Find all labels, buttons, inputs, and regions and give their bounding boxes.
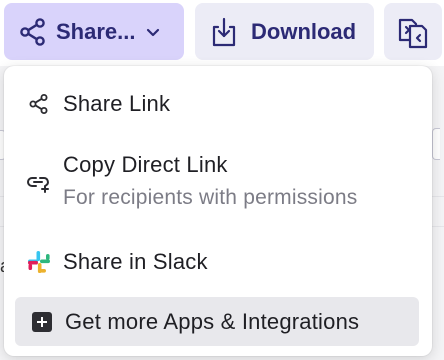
app-stage: a Share...	[0, 0, 444, 360]
download-tray-icon	[209, 16, 239, 48]
link-plus-icon	[26, 170, 52, 196]
download-button[interactable]: Download	[195, 3, 374, 60]
menu-item-share-in-slack[interactable]: Share in Slack	[4, 244, 432, 280]
share-nodes-icon	[18, 17, 48, 47]
share-dropdown-menu: Share Link Copy Direct Link For recipien…	[4, 66, 432, 356]
background-field-fragment	[432, 128, 440, 160]
compare-documents-button[interactable]	[384, 3, 442, 60]
menu-item-share-link[interactable]: Share Link	[4, 86, 432, 122]
plus-square-icon	[29, 309, 55, 335]
document-compare-icon	[396, 14, 430, 50]
menu-item-get-more-apps[interactable]: Get more Apps & Integrations	[15, 297, 419, 346]
slack-logo-icon	[26, 249, 52, 275]
chevron-down-icon	[145, 24, 161, 40]
menu-item-label: Share in Slack	[63, 249, 208, 274]
menu-item-copy-direct-link[interactable]: Copy Direct Link For recipients with per…	[4, 146, 432, 218]
share-nodes-icon	[26, 91, 52, 117]
share-button-label: Share...	[56, 18, 136, 44]
download-button-label: Download	[251, 18, 357, 44]
menu-item-label: Get more Apps & Integrations	[65, 308, 360, 334]
share-button[interactable]: Share...	[4, 3, 184, 60]
menu-item-label: Share Link	[63, 91, 171, 116]
menu-item-label: Copy Direct Link	[63, 152, 228, 177]
menu-item-sublabel: For recipients with permissions	[63, 186, 358, 209]
toolbar: Share... Download	[0, 0, 444, 66]
